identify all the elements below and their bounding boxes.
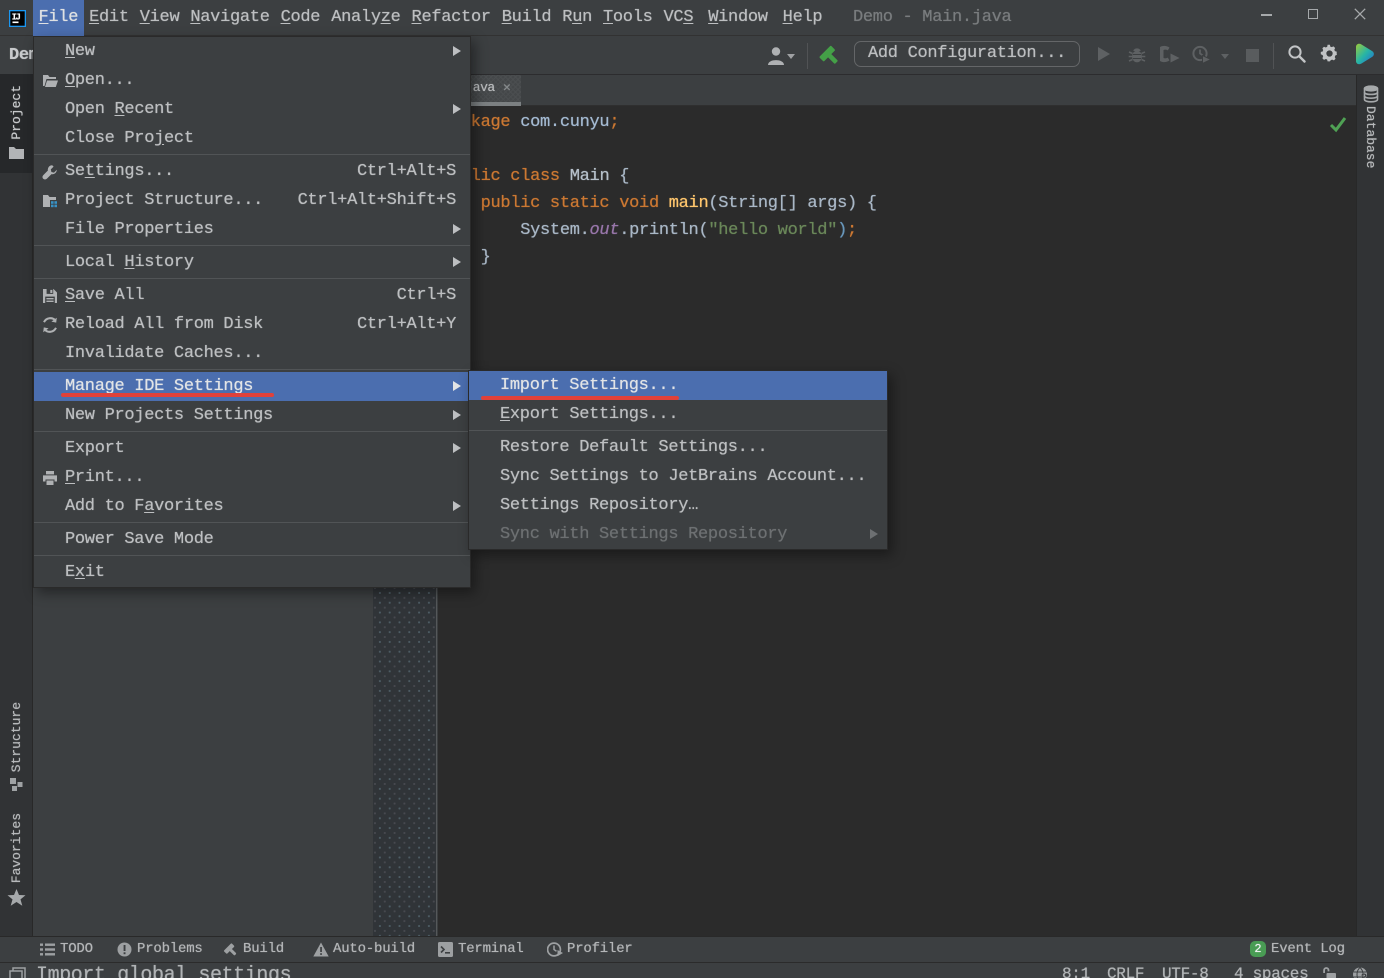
svg-text:IJ: IJ xyxy=(12,13,21,23)
svg-text:?: ? xyxy=(1361,973,1367,978)
